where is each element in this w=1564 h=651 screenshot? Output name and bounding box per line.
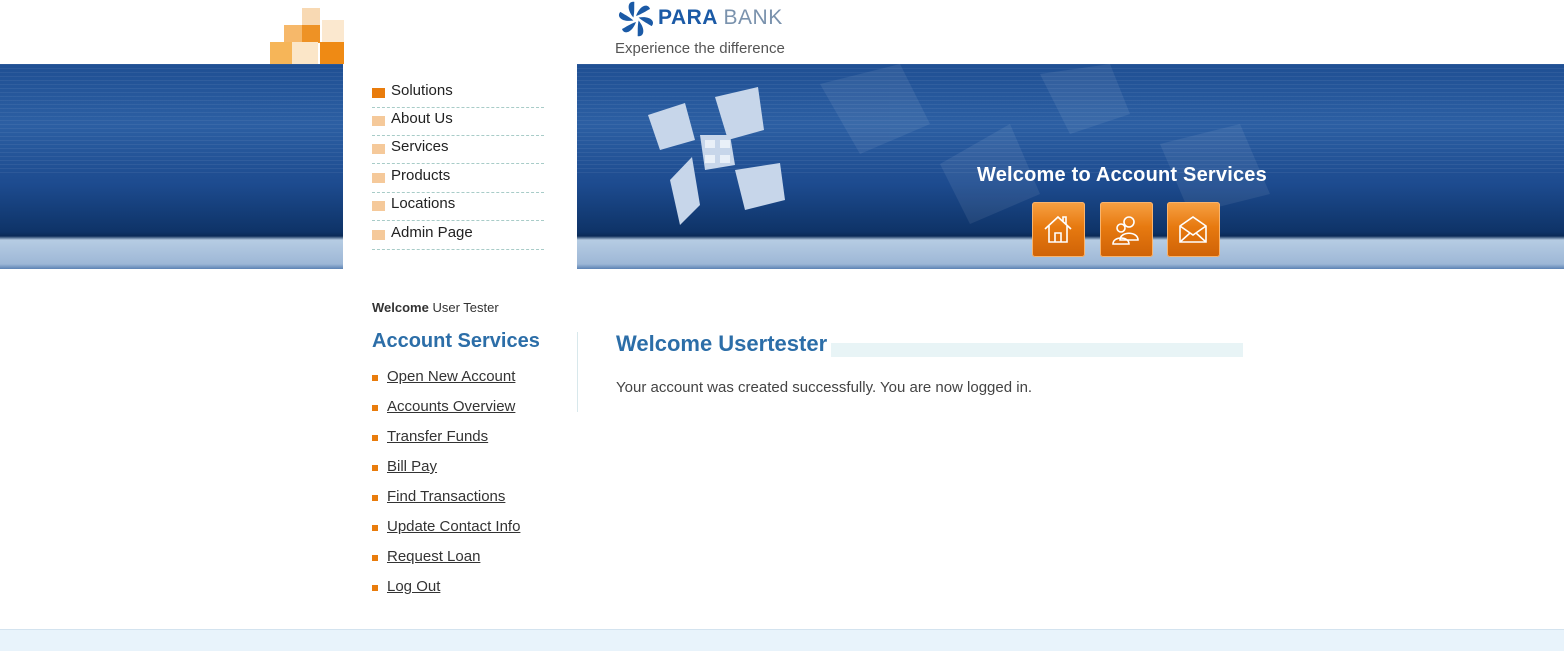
link-bullet-icon xyxy=(372,465,378,471)
about-button[interactable] xyxy=(1100,202,1153,257)
page-title: Welcome Usertester xyxy=(616,331,832,357)
menu-item-admin-page[interactable]: Admin Page xyxy=(372,221,544,250)
menu-item-label: Admin Page xyxy=(391,224,473,241)
menu-item-label: Services xyxy=(391,138,449,155)
banner-logo-icon xyxy=(648,87,785,225)
menu-item-label: Locations xyxy=(391,195,456,212)
link-bullet-icon xyxy=(372,555,378,561)
link-bullet-icon xyxy=(372,405,378,411)
link-bullet-icon xyxy=(372,495,378,501)
link-label[interactable]: Update Contact Info xyxy=(387,518,520,535)
menu-item-label: About Us xyxy=(391,110,453,127)
menu-bullet-icon xyxy=(372,201,385,211)
menu-item-services[interactable]: Services xyxy=(372,135,544,164)
menu-item-locations[interactable]: Locations xyxy=(372,192,544,221)
user-name: User Tester xyxy=(432,300,499,315)
email-icon xyxy=(1179,216,1207,243)
welcome-label: Welcome xyxy=(372,300,429,315)
contact-people-icon xyxy=(1112,216,1139,245)
home-icon xyxy=(1044,215,1072,243)
parabank-logo-icon[interactable] xyxy=(616,0,656,38)
brand-name[interactable]: PARA BANK xyxy=(658,6,783,30)
menu-item-label: Solutions xyxy=(391,82,453,99)
tagline: Experience the difference xyxy=(615,40,785,57)
footer-bar xyxy=(0,629,1564,651)
column-divider xyxy=(577,332,578,412)
link-label[interactable]: Transfer Funds xyxy=(387,428,488,445)
menu-bullet-icon xyxy=(372,230,385,240)
welcome-user: Welcome User Tester xyxy=(372,300,499,315)
link-bullet-icon xyxy=(372,585,378,591)
menu-bullet-icon xyxy=(372,116,385,126)
link-bullet-icon xyxy=(372,435,378,441)
menu-item-solutions[interactable]: Solutions xyxy=(372,79,544,108)
brand-name-light: BANK xyxy=(723,6,783,29)
link-label[interactable]: Request Loan xyxy=(387,548,480,565)
link-label[interactable]: Bill Pay xyxy=(387,458,437,475)
menu-bullet-icon xyxy=(372,173,385,183)
brand-name-bold: PARA xyxy=(658,6,718,29)
banner-welcome-text: Welcome to Account Services xyxy=(977,164,1267,186)
link-label[interactable]: Find Transactions xyxy=(387,488,505,505)
menu-item-about-us[interactable]: About Us xyxy=(372,107,544,136)
menu-item-products[interactable]: Products xyxy=(372,164,544,193)
link-label[interactable]: Open New Account xyxy=(387,368,515,385)
menu-bullet-icon xyxy=(372,144,385,154)
home-button[interactable] xyxy=(1032,202,1085,257)
menu-item-label: Products xyxy=(391,167,451,184)
success-message: Your account was created successfully. Y… xyxy=(616,379,1033,396)
link-bullet-icon xyxy=(372,525,378,531)
decorative-squares xyxy=(270,6,344,64)
menu-bullet-icon xyxy=(372,88,385,98)
account-services-title: Account Services xyxy=(372,330,540,352)
link-label[interactable]: Log Out xyxy=(387,578,440,595)
link-bullet-icon xyxy=(372,375,378,381)
contact-button[interactable] xyxy=(1167,202,1220,257)
link-label[interactable]: Accounts Overview xyxy=(387,398,515,415)
